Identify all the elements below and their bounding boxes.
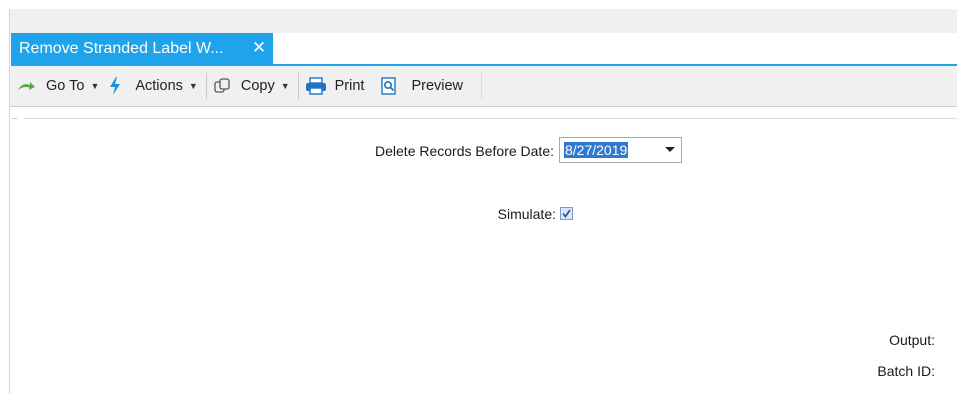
goto-label: Go To (46, 78, 85, 94)
lightning-icon (109, 76, 121, 96)
print-label: Print (334, 78, 365, 94)
batch-id-label: Batch ID: (877, 363, 935, 379)
chevron-down-icon: ▼ (280, 81, 290, 91)
delete-before-date-picker[interactable]: 8/27/2019 (559, 137, 682, 163)
goto-button[interactable]: Go To ▼ (15, 72, 99, 100)
simulate-checkbox[interactable] (560, 207, 573, 220)
app-window: Remove Stranded Label W... ✕ Go To ▼ Act… (0, 0, 957, 394)
tab-title: Remove Stranded Label W... (19, 39, 224, 57)
chevron-down-icon[interactable] (665, 147, 675, 152)
printer-icon (305, 77, 327, 95)
toolbar-separator (481, 73, 483, 99)
check-icon (562, 209, 571, 218)
copy-button[interactable]: Copy ▼ (213, 72, 290, 100)
actions-button[interactable]: Actions ▼ (109, 72, 198, 100)
content-divider (24, 118, 957, 119)
copy-label: Copy (240, 78, 275, 94)
chevron-down-icon: ▼ (90, 81, 100, 91)
delete-before-date-label: Delete Records Before Date: (375, 143, 554, 159)
toolbar-separator (297, 73, 299, 99)
close-icon[interactable]: ✕ (251, 39, 267, 57)
print-button[interactable]: Print (305, 72, 365, 100)
copy-icon (213, 77, 231, 95)
actions-label: Actions (135, 78, 183, 94)
preview-label: Preview (411, 78, 464, 94)
toolbar: Go To ▼ Actions ▼ Copy ▼ Print Preview (10, 66, 957, 107)
window-header-strip (10, 9, 957, 33)
preview-button[interactable]: Preview (380, 72, 463, 100)
date-value[interactable]: 8/27/2019 (564, 142, 629, 158)
preview-icon (380, 77, 398, 95)
simulate-label: Simulate: (497, 206, 556, 222)
toolbar-separator (205, 73, 207, 99)
chevron-down-icon: ▼ (188, 81, 198, 91)
output-label: Output: (889, 332, 935, 348)
content-divider-tick (12, 118, 17, 119)
tab-remove-stranded-label[interactable]: Remove Stranded Label W... ✕ (11, 33, 273, 64)
green-arrow-icon (15, 79, 37, 93)
